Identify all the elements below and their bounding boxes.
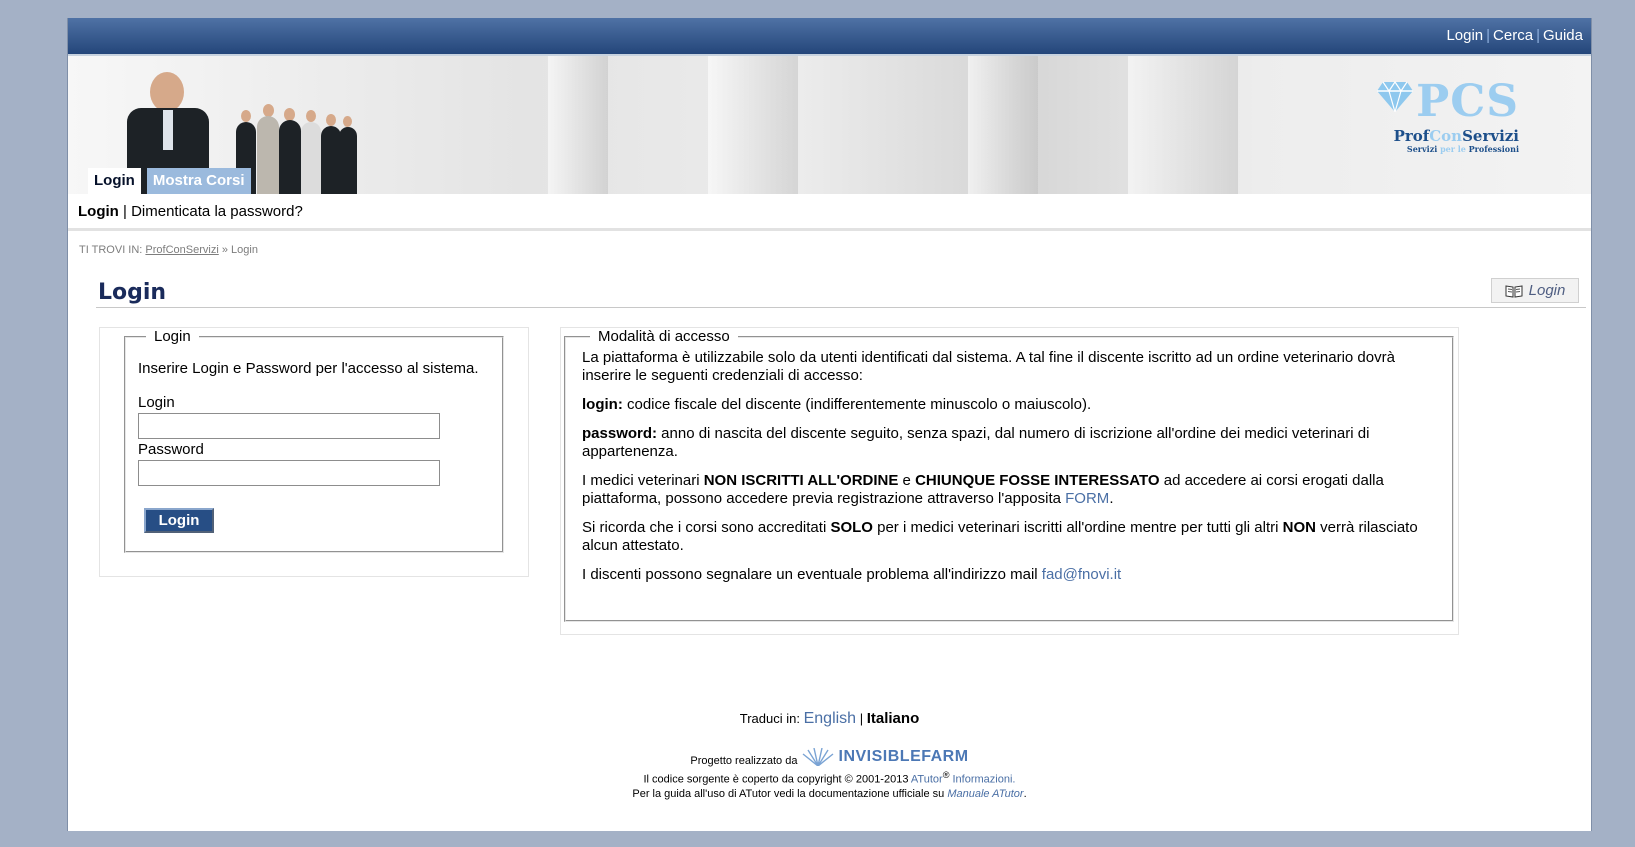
tab-show-courses[interactable]: Mostra Corsi: [146, 168, 251, 194]
breadcrumb-separator: »: [221, 244, 228, 256]
language-italian-current: Italiano: [866, 710, 920, 727]
separator: |: [1536, 27, 1540, 44]
language-switcher: Traduci in: English | Italiano: [68, 710, 1591, 728]
breadcrumb-current: Login: [231, 244, 258, 256]
access-paragraph: Si ricorda che i corsi sono accreditati …: [582, 519, 1418, 554]
login-fieldset: Login Inserire Login e Password per l'ac…: [124, 328, 504, 553]
banner-team-image: [233, 104, 358, 194]
password-field-label: Password: [138, 441, 204, 458]
login-input[interactable]: [138, 413, 440, 439]
copyright-line: Il codice sorgente è coperto da copyrigh…: [643, 770, 1016, 786]
page-title: Login: [98, 280, 167, 305]
separator: |: [123, 203, 127, 220]
credits: Progetto realizzato da INVISIBLEFARM Il …: [68, 748, 1591, 801]
breadcrumb-home-link[interactable]: ProfConServizi: [145, 244, 218, 256]
help-button-label: Login: [1528, 282, 1566, 299]
banner-decoration: [548, 56, 608, 194]
main-tabs: Login Mostra Corsi: [88, 166, 251, 194]
header-banner: PCS ProfConServizi Servizi per le Profes…: [68, 54, 1591, 194]
login-legend: Login: [154, 328, 191, 345]
atutor-manual-link[interactable]: Manuale ATutor: [947, 788, 1023, 800]
page-container: Login | Cerca | Guida PCS ProfConServizi…: [67, 18, 1592, 831]
login-submit-button[interactable]: Login: [144, 508, 214, 533]
language-english-link[interactable]: English: [804, 710, 856, 727]
access-paragraph: La piattaforma è utilizzabile solo da ut…: [582, 349, 1395, 384]
logo-name: ProfConServizi: [1393, 127, 1519, 145]
top-link-login[interactable]: Login: [1446, 27, 1483, 44]
open-book-icon: [1505, 284, 1523, 298]
access-paragraph: password: anno di nascita del discente s…: [582, 425, 1370, 460]
login-panel: Login Inserire Login e Password per l'ac…: [99, 327, 529, 577]
sub-navigation: Login | Dimenticata la password?: [68, 194, 1591, 231]
translate-label: Traduci in:: [739, 711, 800, 726]
login-field-label: Login: [138, 394, 175, 411]
top-link-search[interactable]: Cerca: [1493, 27, 1533, 44]
tab-login[interactable]: Login: [88, 168, 141, 194]
login-intro-text: Inserire Login e Password per l'accesso …: [138, 360, 479, 377]
password-input[interactable]: [138, 460, 440, 486]
breadcrumb: TI TROVI IN: ProfConServizi » Login: [79, 244, 258, 256]
access-info-fieldset: Modalità di accesso La piattaforma è uti…: [564, 328, 1454, 622]
atutor-link[interactable]: ATutor: [911, 774, 943, 786]
registration-form-link[interactable]: FORM: [1065, 490, 1109, 507]
support-email-link[interactable]: fad@fnovi.it: [1042, 566, 1121, 583]
logo-tagline: Servizi per le Professioni: [1406, 144, 1519, 154]
banner-decoration: [708, 56, 798, 194]
pcs-logo: PCS ProfConServizi Servizi per le Profes…: [1377, 76, 1519, 156]
logo-mark-text: PCS: [1416, 76, 1519, 127]
top-link-guide[interactable]: Guida: [1543, 27, 1583, 44]
project-credit: Progetto realizzato da INVISIBLEFARM: [690, 748, 969, 767]
banner-decoration: [1128, 56, 1238, 194]
forgot-password-link[interactable]: Dimenticata la password?: [131, 203, 303, 220]
access-paragraph: I medici veterinari NON ISCRITTI ALL'ORD…: [582, 472, 1384, 507]
separator: |: [1486, 27, 1491, 44]
invisiblefarm-logo[interactable]: INVISIBLEFARM: [801, 748, 969, 766]
banner-decoration: [968, 56, 1038, 194]
footer: Traduci in: English | Italiano Progetto …: [68, 710, 1591, 801]
fan-rays-icon: [802, 748, 833, 766]
separator: |: [859, 711, 864, 726]
info-link[interactable]: Informazioni.: [953, 774, 1016, 786]
divider: [96, 307, 1586, 308]
diamond-icon: [1377, 80, 1413, 112]
guide-line: Per la guida all'uso di ATutor vedi la d…: [632, 787, 1027, 800]
top-navigation-bar: Login | Cerca | Guida: [68, 18, 1591, 54]
access-paragraph: login: codice fiscale del discente (indi…: [582, 396, 1092, 413]
subnav-current: Login: [78, 203, 119, 220]
login-help-button[interactable]: Login: [1491, 278, 1579, 303]
access-paragraph: I discenti possono segnalare un eventual…: [582, 566, 1122, 583]
access-info-panel: Modalità di accesso La piattaforma è uti…: [560, 327, 1459, 635]
breadcrumb-prefix: TI TROVI IN:: [79, 244, 143, 256]
access-info-legend: Modalità di accesso: [598, 328, 730, 345]
